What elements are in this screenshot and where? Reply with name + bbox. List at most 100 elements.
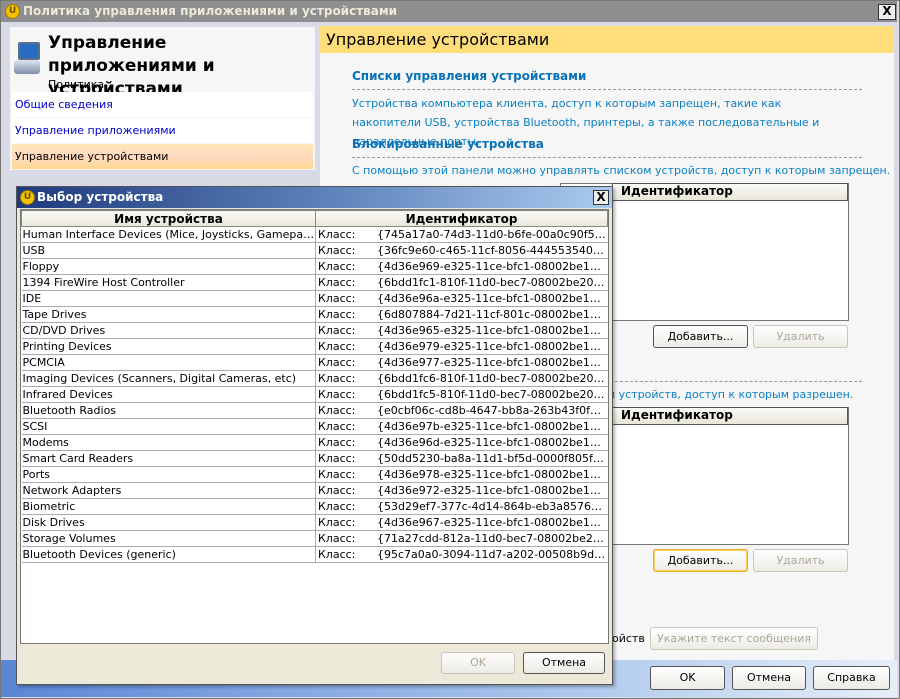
device-identifier: Класс: {71a27cdd-812a-11d0-bec7-08002be20… [315, 530, 608, 547]
class-label: Класс: [318, 372, 356, 385]
add-blocked-button[interactable]: Добавить... [653, 325, 748, 348]
table-row[interactable]: Infrared Devices Класс: {6bdd1fc5-810f-11d… [21, 386, 608, 403]
help-button[interactable]: Справка [813, 666, 890, 690]
device-name: Network Adapters [21, 482, 316, 499]
device-name: Floppy [21, 258, 316, 275]
message-label: ойств [612, 632, 645, 645]
table-row[interactable]: Floppy Класс: {4d36e969-e325-11ce-bfc1-080… [21, 258, 608, 275]
column-header-identifier[interactable]: Идентификатор [612, 183, 848, 201]
class-label: Класс: [318, 452, 356, 465]
device-name: Disk Drives [21, 514, 316, 531]
table-row[interactable]: 1394 FireWire Host Controller Класс: {6bdd… [21, 274, 608, 291]
table-row[interactable]: Modems Класс: {4d36e96d-e325-11ce-bfc1-080… [21, 434, 608, 451]
table-row[interactable]: Biometric Класс: {53d29ef7-377c-4d14-864b-… [21, 498, 608, 515]
table-row[interactable]: Printing Devices Класс: {4d36e979-e325-11c… [21, 338, 608, 355]
device-name: Smart Card Readers [21, 450, 316, 467]
table-row[interactable]: USB Класс: {36fc9e60-c465-11cf-8056-444553… [21, 242, 608, 259]
table-row[interactable]: PCMCIA Класс: {4d36e977-e325-11ce-bfc1-080… [21, 354, 608, 371]
remove-blocked-button[interactable]: Удалить [753, 325, 848, 348]
device-identifier: Класс: {53d29ef7-377c-4d14-864b-eb3a85769… [315, 498, 608, 515]
device-name: Biometric [21, 498, 316, 515]
table-row[interactable]: Storage Volumes Класс: {71a27cdd-812a-11d0… [21, 530, 608, 547]
column-header-device-name[interactable]: Имя устройства [21, 210, 316, 227]
table-row[interactable]: Bluetooth Radios Класс: {e0cbf06c-cd8b-464… [21, 402, 608, 419]
ok-button[interactable]: OK [650, 666, 725, 690]
table-row[interactable]: Disk Drives Класс: {4d36e967-e325-11ce-bfc… [21, 514, 608, 531]
table-row[interactable]: Smart Card Readers Класс: {50dd5230-ba8a-1… [21, 450, 608, 467]
close-button[interactable]: X [878, 4, 896, 20]
guid: {4d36e979-e325-11ce-bfc1-08002be10318} [377, 340, 608, 353]
guid: {4d36e96a-e325-11ce-bfc1-08002be10318} [377, 292, 608, 305]
device-name: Infrared Devices [21, 386, 316, 403]
message-text-button[interactable]: Укажите текст сообщения [650, 627, 818, 650]
device-identifier: Класс: {4d36e96d-e325-11ce-bfc1-08002be10… [315, 434, 608, 451]
remove-allowed-button[interactable]: Удалить [753, 549, 848, 572]
guid: {36fc9e60-c465-11cf-8056-444553540000} [377, 244, 608, 257]
device-name: PCMCIA [21, 354, 316, 371]
device-name: Tape Drives [21, 306, 316, 323]
table-row[interactable]: Ports Класс: {4d36e978-e325-11ce-bfc1-0800… [21, 466, 608, 483]
class-label: Класс: [318, 516, 356, 529]
device-identifier: Класс: {4d36e97b-e325-11ce-bfc1-08002be10… [315, 418, 608, 435]
class-label: Класс: [318, 548, 356, 561]
device-name: Bluetooth Radios [21, 402, 316, 419]
class-label: Класс: [318, 308, 356, 321]
device-table[interactable]: Имя устройства Идентификатор Human Inter… [20, 209, 609, 644]
dialog-cancel-button[interactable]: Отмена [523, 652, 605, 674]
class-label: Класс: [318, 420, 356, 433]
guid: {4d36e969-e325-11ce-bfc1-08002be10318} [377, 260, 608, 273]
guid: {4d36e97b-e325-11ce-bfc1-08002be10318} [377, 420, 608, 433]
device-identifier: Класс: {6bdd1fc6-810f-11d0-bec7-08002be20… [315, 370, 608, 387]
sidebar-item-applications[interactable]: Управление приложениями [12, 118, 313, 143]
guid: {53d29ef7-377c-4d14-864b-eb3a85769359} [377, 500, 608, 513]
guid: {6bdd1fc6-810f-11d0-bec7-08002be2092f} [377, 372, 608, 385]
computer-icon [14, 42, 42, 76]
blocked-description: С помощью этой панели можно управлять сп… [352, 164, 891, 177]
device-name: 1394 FireWire Host Controller [21, 274, 316, 291]
table-row[interactable]: Tape Drives Класс: {6d807884-7d21-11cf-801… [21, 306, 608, 323]
table-row[interactable]: SCSI Класс: {4d36e97b-e325-11ce-bfc1-08002… [21, 418, 608, 435]
guid: {4d36e972-e325-11ce-bfc1-08002be10318} [377, 484, 608, 497]
table-row[interactable]: Human Interface Devices (Mice, Joysticks… [21, 226, 608, 243]
dialog-ok-button[interactable]: OK [441, 652, 515, 674]
cancel-button[interactable]: Отмена [732, 666, 806, 690]
device-name: USB [21, 242, 316, 259]
device-identifier: Класс: {50dd5230-ba8a-11d1-bf5d-0000f805f… [315, 450, 608, 467]
guid: {745a17a0-74d3-11d0-b6fe-00a0c90f57da} [377, 228, 608, 241]
device-identifier: Класс: {6bdd1fc5-810f-11d0-bec7-08002be20… [315, 386, 608, 403]
guid: {e0cbf06c-cd8b-4647-bb8a-263b43f0f974} [377, 404, 608, 417]
class-label: Класс: [318, 340, 356, 353]
table-row[interactable]: Imaging Devices (Scanners, Digital Camer… [21, 370, 608, 387]
class-label: Класс: [318, 388, 356, 401]
class-label: Класс: [318, 436, 356, 449]
guid: {6bdd1fc5-810f-11d0-bec7-08002be2092f} [377, 388, 608, 401]
device-identifier: Класс: {4d36e978-e325-11ce-bfc1-08002be10… [315, 466, 608, 483]
allowed-description: и устройств, доступ к которым разрешен. [608, 388, 854, 401]
guid: {95c7a0a0-3094-11d7-a202-00508b9d7d5a} [377, 548, 608, 561]
device-identifier: Класс: {4d36e96a-e325-11ce-bfc1-08002be10… [315, 290, 608, 307]
guid: {4d36e977-e325-11ce-bfc1-08002be10318} [377, 356, 608, 369]
sidebar-item-general[interactable]: Общие сведения [12, 92, 313, 117]
device-name: CD/DVD Drives [21, 322, 316, 339]
add-allowed-button[interactable]: Добавить... [653, 549, 748, 572]
column-header-identifier[interactable]: Идентификатор [315, 210, 608, 227]
guid: {4d36e965-e325-11ce-bfc1-08002be10318} [377, 324, 608, 337]
device-name: Modems [21, 434, 316, 451]
column-header-identifier-2[interactable]: Идентификатор [612, 407, 848, 425]
table-row[interactable]: IDE Класс: {4d36e96a-e325-11ce-bfc1-08002b… [21, 290, 608, 307]
guid: {4d36e967-e325-11ce-bfc1-08002be10318} [377, 516, 608, 529]
page-title: Управление устройствами [320, 26, 894, 53]
section-title-blocked: Блокированные устройства [352, 137, 544, 151]
device-name: Human Interface Devices (Mice, Joysticks… [21, 226, 316, 243]
guid: {6bdd1fc1-810f-11d0-bec7-08002be2092f} [377, 276, 608, 289]
sidebar-item-devices[interactable]: Управление устройствами [12, 144, 313, 169]
sidebar-subtitle: Политика [48, 78, 105, 91]
table-row[interactable]: Network Adapters Класс: {4d36e972-e325-11c… [21, 482, 608, 499]
device-identifier: Класс: {6d807884-7d21-11cf-801c-08002be10… [315, 306, 608, 323]
dialog-close-button[interactable]: X [593, 190, 609, 205]
guid: {6d807884-7d21-11cf-801c-08002be10318} [377, 308, 608, 321]
table-row[interactable]: CD/DVD Drives Класс: {4d36e965-e325-11ce-b… [21, 322, 608, 339]
table-row[interactable]: Bluetooth Devices (generic) Класс: {95c7a0… [21, 546, 608, 563]
device-identifier: Класс: {6bdd1fc1-810f-11d0-bec7-08002be20… [315, 274, 608, 291]
class-label: Класс: [318, 244, 356, 257]
